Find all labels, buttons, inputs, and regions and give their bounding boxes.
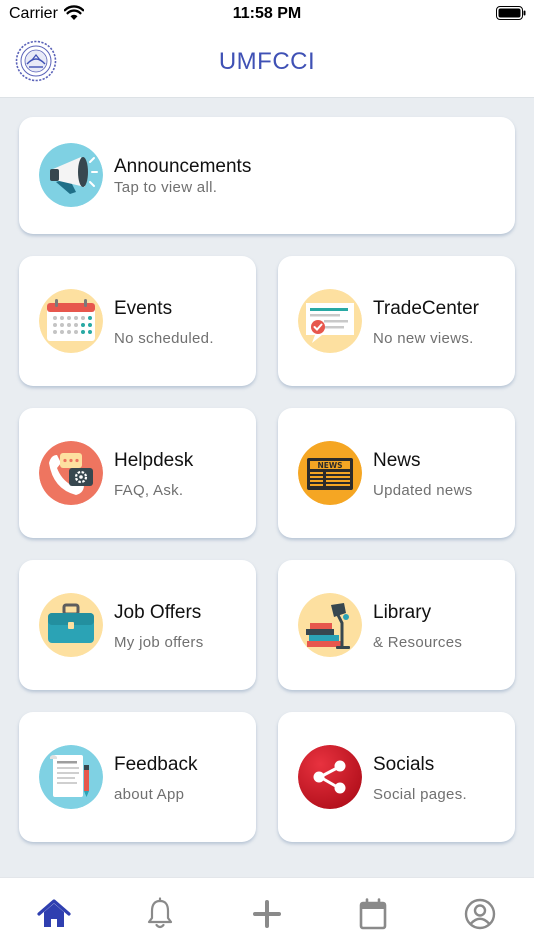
helpdesk-phone-icon — [39, 441, 103, 505]
job-offers-title: Job Offers — [114, 602, 202, 623]
news-title: News — [373, 450, 421, 471]
library-card[interactable]: Library & Resources — [278, 560, 515, 690]
calendar-icon — [39, 289, 103, 353]
tab-home[interactable] — [35, 895, 73, 933]
navigation-bar: UMFCCI — [0, 30, 534, 98]
newspaper-icon: NEWS — [298, 441, 362, 505]
announcements-subtitle: Tap to view all. — [114, 179, 218, 196]
library-subtitle: & Resources — [373, 634, 463, 651]
home-icon — [37, 899, 71, 927]
feedback-card[interactable]: Feedback about App — [19, 712, 256, 842]
announcements-card[interactable]: Announcements Tap to view all. — [19, 117, 515, 234]
bell-icon — [147, 897, 173, 929]
share-icon — [298, 745, 362, 809]
feedback-document-icon — [39, 745, 103, 809]
socials-subtitle: Social pages. — [373, 786, 467, 803]
library-title: Library — [373, 602, 432, 623]
feedback-title: Feedback — [114, 754, 198, 775]
news-card[interactable]: NEWS News Updated news — [278, 408, 515, 538]
tradecenter-card[interactable]: TradeCenter No new views. — [278, 256, 515, 386]
tab-profile[interactable] — [461, 895, 499, 933]
profile-icon — [464, 898, 496, 930]
events-card[interactable]: Events No scheduled. — [19, 256, 256, 386]
news-badge-text: NEWS — [317, 461, 342, 470]
announcements-title: Announcements — [114, 156, 252, 177]
battery-icon — [496, 6, 526, 20]
news-subtitle: Updated news — [373, 482, 473, 499]
status-time: 11:58 PM — [232, 5, 302, 22]
status-bar: Carrier 11:58 PM — [0, 0, 534, 30]
socials-card[interactable]: Socials Social pages. — [278, 712, 515, 842]
library-books-icon — [298, 593, 362, 657]
events-title: Events — [114, 298, 173, 319]
briefcase-icon — [39, 593, 103, 657]
job-offers-card[interactable]: Job Offers My job offers — [19, 560, 256, 690]
trade-message-icon — [298, 289, 362, 353]
calendar-tab-icon — [359, 898, 387, 930]
tab-add[interactable] — [248, 895, 286, 933]
tradecenter-title: TradeCenter — [373, 298, 479, 319]
events-subtitle: No scheduled. — [114, 330, 214, 347]
page-title: UMFCCI — [218, 48, 316, 75]
job-offers-subtitle: My job offers — [114, 634, 204, 651]
tab-calendar[interactable] — [354, 895, 392, 933]
plus-icon — [253, 900, 281, 928]
tradecenter-subtitle: No new views. — [373, 330, 474, 347]
helpdesk-card[interactable]: Helpdesk FAQ, Ask. — [19, 408, 256, 538]
feedback-subtitle: about App — [114, 786, 185, 803]
helpdesk-title: Helpdesk — [114, 450, 194, 471]
socials-title: Socials — [373, 754, 435, 775]
bottom-tab-bar — [0, 877, 534, 950]
helpdesk-subtitle: FAQ, Ask. — [114, 482, 184, 499]
tab-notifications[interactable] — [141, 895, 179, 933]
megaphone-icon — [39, 143, 103, 207]
